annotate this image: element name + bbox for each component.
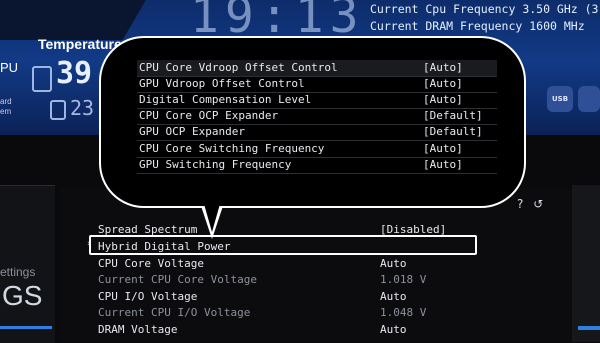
popup-item-label: CPU Core Vdroop Offset Control bbox=[139, 61, 338, 74]
settings-nav-title[interactable]: GS bbox=[2, 280, 42, 312]
settings-nav-label[interactable]: ettings bbox=[0, 265, 35, 279]
popup-item-value[interactable]: [Auto] bbox=[423, 93, 463, 106]
board-temp-label: ard em bbox=[0, 97, 12, 117]
popup-item-value[interactable]: [Auto] bbox=[423, 61, 463, 74]
bubble-tail-fill bbox=[200, 190, 224, 232]
popup-item-value[interactable]: [Auto] bbox=[423, 77, 463, 90]
popup-item-label: GPU Vdroop Offset Control bbox=[139, 77, 305, 90]
usb-icon-2[interactable] bbox=[578, 86, 600, 112]
cpu-temp-label: PU bbox=[0, 60, 19, 75]
setting-label: Current CPU I/O Voltage bbox=[98, 306, 251, 319]
right-nav-panel bbox=[572, 185, 600, 342]
dram-frequency-readout: Current DRAM Frequency 1600 MHz bbox=[370, 19, 585, 33]
popup-item-label: Digital Compensation Level bbox=[139, 93, 312, 106]
popup-item[interactable]: CPU Core OCP Expander [Default] bbox=[137, 108, 497, 125]
popup-item[interactable]: GPU OCP Expander [Default] bbox=[137, 124, 497, 141]
banner-decoration bbox=[0, 0, 158, 40]
setting-value[interactable]: Auto bbox=[380, 257, 407, 270]
setting-label: CPU I/O Voltage bbox=[98, 290, 198, 303]
cpu-temperature-value: 39 bbox=[56, 56, 93, 91]
setting-label: DRAM Voltage bbox=[98, 323, 178, 336]
popup-item[interactable]: Digital Compensation Level [Auto] bbox=[137, 92, 497, 109]
popup-item-value[interactable]: [Default] bbox=[423, 125, 483, 138]
setting-value[interactable]: Auto bbox=[380, 290, 407, 303]
selected-row-highlight bbox=[89, 235, 477, 255]
popup-item-label: CPU Core OCP Expander bbox=[139, 109, 279, 122]
setting-value[interactable]: Auto bbox=[380, 323, 407, 336]
right-active-indicator bbox=[578, 326, 600, 330]
setting-value: 1.048 V bbox=[380, 306, 427, 319]
popup-item-value[interactable]: [Default] bbox=[423, 109, 483, 122]
popup-item-label: GPU Switching Frequency bbox=[139, 158, 292, 171]
popup-item-label: CPU Core Switching Frequency bbox=[139, 142, 325, 155]
nav-active-indicator bbox=[0, 326, 52, 329]
board-temp-frame bbox=[50, 100, 66, 120]
panel-toolbar: ? ↺ bbox=[517, 197, 543, 211]
system-label-line: em bbox=[0, 107, 12, 116]
back-icon[interactable]: ↺ bbox=[533, 197, 543, 211]
cpu-frequency-readout: Current Cpu Frequency 3.50 GHz (3 bbox=[370, 2, 599, 16]
left-nav-panel bbox=[0, 185, 55, 343]
board-label-line: ard bbox=[0, 97, 12, 106]
setting-label: Current CPU Core Voltage bbox=[98, 273, 257, 286]
popup-item[interactable]: GPU Switching Frequency [Auto] bbox=[137, 157, 497, 174]
popup-item[interactable]: CPU Core Vdroop Offset Control [Auto] bbox=[137, 60, 497, 77]
popup-item[interactable]: GPU Vdroop Offset Control [Auto] bbox=[137, 76, 497, 93]
setting-value: 1.018 V bbox=[380, 273, 427, 286]
popup-item-label: GPU OCP Expander bbox=[139, 125, 245, 138]
popup-item-value[interactable]: [Auto] bbox=[423, 158, 463, 171]
popup-item-value[interactable]: [Auto] bbox=[423, 142, 463, 155]
popup-item[interactable]: CPU Core Switching Frequency [Auto] bbox=[137, 141, 497, 158]
board-temperature-value: 23 bbox=[70, 96, 95, 120]
setting-label: CPU Core Voltage bbox=[98, 257, 204, 270]
help-icon[interactable]: ? bbox=[517, 197, 523, 211]
usb-icon[interactable]: USB bbox=[547, 86, 573, 112]
cpu-temp-frame bbox=[32, 66, 52, 92]
temperature-heading: Temperature bbox=[38, 36, 122, 52]
